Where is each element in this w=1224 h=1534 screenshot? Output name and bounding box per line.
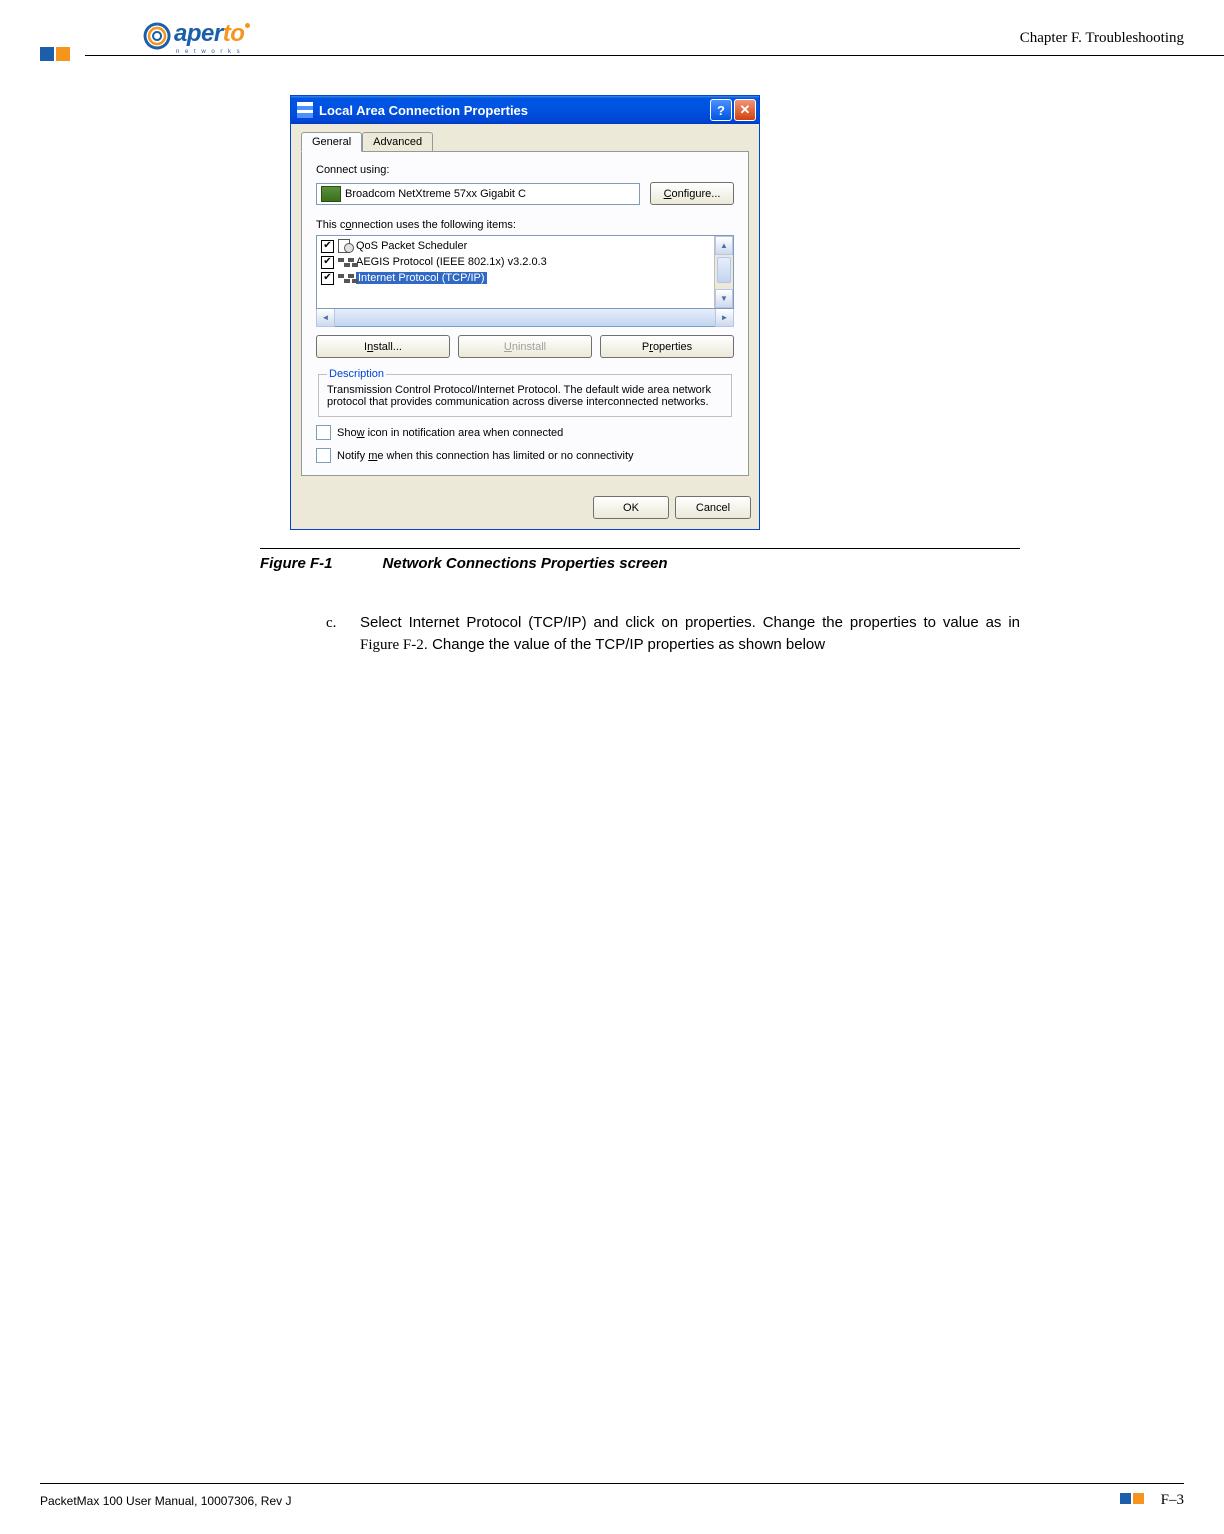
list-item[interactable]: ✔ AEGIS Protocol (IEEE 802.1x) v3.2.0.3 — [319, 254, 713, 270]
decorative-squares-top — [40, 47, 72, 64]
show-icon-checkbox[interactable]: Show icon in notification area when conn… — [316, 425, 734, 440]
configure-button[interactable]: Configure... — [650, 182, 734, 205]
description-text: Transmission Control Protocol/Internet P… — [327, 384, 723, 408]
window-title: Local Area Connection Properties — [319, 103, 528, 118]
page-number: F–3 — [1161, 1492, 1184, 1508]
step-text: c.Select Internet Protocol (TCP/IP) and … — [360, 612, 1020, 656]
tab-bar: General Advanced — [301, 132, 749, 152]
adapter-field[interactable]: Broadcom NetXtreme 57xx Gigabit C — [316, 183, 640, 205]
list-item[interactable]: ✔ Internet Protocol (TCP/IP) — [319, 270, 713, 286]
window-icon — [297, 102, 313, 118]
figure-caption: Figure F-1Network Connections Properties… — [260, 555, 1020, 572]
footer-manual: PacketMax 100 User Manual, 10007306, Rev… — [40, 1494, 291, 1508]
notify-checkbox[interactable]: Notify me when this connection has limit… — [316, 448, 734, 463]
vertical-scrollbar[interactable]: ▲ ▼ — [714, 236, 733, 308]
tab-general[interactable]: General — [301, 132, 362, 152]
connect-using-label: Connect using: — [316, 164, 734, 176]
checkbox-icon[interactable]: ✔ — [321, 240, 334, 253]
close-button[interactable]: ✕ — [734, 99, 756, 121]
checkbox-icon[interactable] — [316, 425, 331, 440]
checkbox-icon[interactable]: ✔ — [321, 256, 334, 269]
protocol-icon — [338, 255, 354, 269]
install-button[interactable]: Install... — [316, 335, 450, 358]
scroll-thumb[interactable] — [717, 257, 731, 283]
scroll-down-icon[interactable]: ▼ — [715, 289, 733, 308]
titlebar[interactable]: Local Area Connection Properties ? ✕ — [291, 96, 759, 124]
uninstall-button: Uninstall — [458, 335, 592, 358]
help-button[interactable]: ? — [710, 99, 732, 121]
adapter-name: Broadcom NetXtreme 57xx Gigabit C — [345, 188, 526, 200]
scroll-left-icon[interactable]: ◄ — [316, 308, 335, 327]
cancel-button[interactable]: Cancel — [675, 496, 751, 519]
protocol-icon — [338, 271, 354, 285]
logo: aperto n e t w o r k s — [140, 20, 250, 55]
horizontal-scrollbar[interactable]: ◄ ► — [316, 309, 734, 327]
ok-button[interactable]: OK — [593, 496, 669, 519]
checkbox-icon[interactable] — [316, 448, 331, 463]
scheduler-icon — [338, 239, 354, 253]
list-item[interactable]: ✔ QoS Packet Scheduler — [319, 238, 713, 254]
properties-button[interactable]: Properties — [600, 335, 734, 358]
nic-icon — [321, 186, 341, 202]
items-label: This connection uses the following items… — [316, 219, 734, 231]
chapter-label: Chapter F. Troubleshooting — [1020, 30, 1184, 47]
connection-properties-dialog: Local Area Connection Properties ? ✕ Gen… — [290, 95, 760, 530]
description-legend: Description — [327, 368, 386, 380]
scroll-up-icon[interactable]: ▲ — [715, 236, 733, 255]
description-group: Description Transmission Control Protoco… — [318, 368, 732, 417]
items-listbox[interactable]: ✔ QoS Packet Scheduler ✔ AEGIS Protocol … — [316, 235, 734, 309]
tab-advanced[interactable]: Advanced — [362, 132, 433, 151]
scroll-right-icon[interactable]: ► — [715, 308, 734, 327]
decorative-squares-bottom — [1118, 1493, 1147, 1507]
checkbox-icon[interactable]: ✔ — [321, 272, 334, 285]
